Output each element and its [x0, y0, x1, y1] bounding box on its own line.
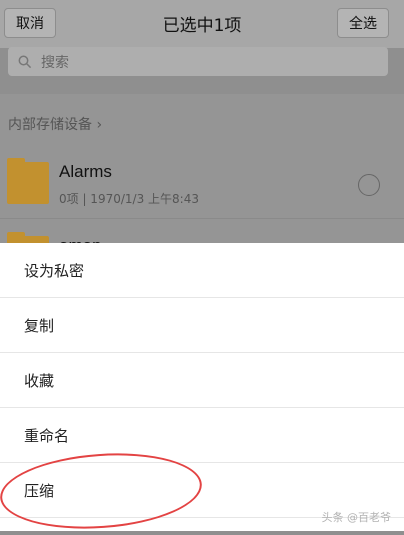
file-meta: 0项 | 1970/1/3 上午8:43	[59, 192, 199, 206]
file-list: 内部存储设备 › Alarms 0项 | 1970/1/3 上午8:43 ama…	[0, 94, 404, 244]
search-placeholder: 搜索	[41, 54, 69, 71]
file-row[interactable]: Alarms 0项 | 1970/1/3 上午8:43	[0, 146, 404, 219]
set-private-menu-item[interactable]: 设为私密	[0, 243, 404, 298]
breadcrumb[interactable]: 内部存储设备 ›	[8, 114, 102, 134]
select-radio[interactable]	[358, 174, 380, 196]
file-row[interactable]: amap	[0, 220, 404, 244]
select-all-button[interactable]: 全选	[337, 8, 389, 38]
copy-menu-item[interactable]: 复制	[0, 298, 404, 353]
folder-icon	[7, 158, 49, 204]
rename-menu-item[interactable]: 重命名	[0, 408, 404, 463]
file-name: Alarms	[59, 162, 112, 181]
search-bar[interactable]: 搜索	[8, 47, 388, 76]
search-icon	[18, 55, 32, 68]
watermark: 头条 @百老爷	[321, 511, 392, 524]
top-bar: 取消 已选中1项 全选	[0, 0, 404, 48]
favorite-menu-item[interactable]: 收藏	[0, 353, 404, 408]
